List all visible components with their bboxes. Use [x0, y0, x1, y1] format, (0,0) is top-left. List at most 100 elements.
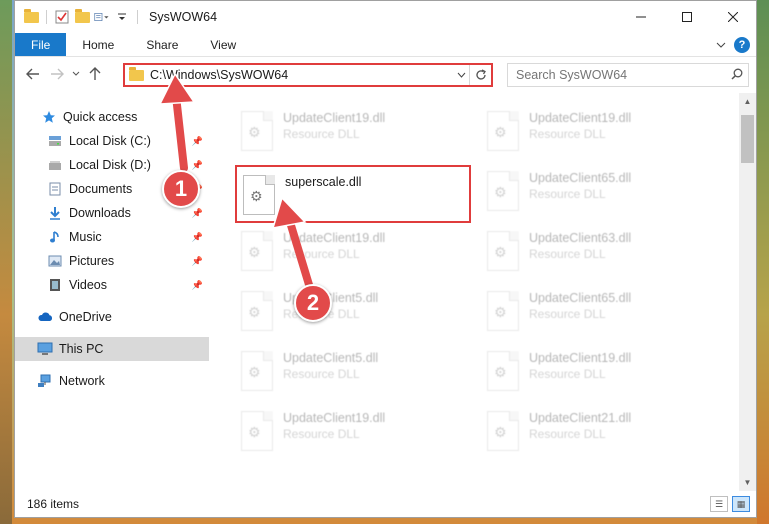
sidebar-item-local-disk-c[interactable]: Local Disk (C:) 📌 — [15, 129, 209, 153]
vertical-scrollbar[interactable]: ▲ ▼ — [739, 93, 756, 491]
chevron-down-icon[interactable] — [114, 9, 130, 25]
file-item[interactable]: ⚙ UpdateClient19.dll Resource DLL — [235, 403, 471, 461]
folder-icon — [23, 8, 39, 25]
desktop-background-right — [757, 0, 769, 524]
sidebar-item-this-pc[interactable]: This PC — [15, 337, 209, 361]
sidebar-item-onedrive[interactable]: OneDrive — [15, 305, 209, 329]
scroll-down-icon[interactable]: ▼ — [739, 474, 756, 491]
tab-home[interactable]: Home — [66, 33, 130, 56]
file-type: Resource DLL — [529, 187, 606, 201]
file-item[interactable]: ⚙ UpdateClient21.dll Resource DLL — [481, 403, 717, 461]
window-controls — [618, 1, 756, 33]
status-bar: 186 items ☰ ▦ — [15, 491, 756, 517]
file-type: Resource DLL — [283, 367, 360, 381]
window-title: SysWOW64 — [149, 10, 218, 24]
maximize-button[interactable] — [664, 1, 710, 33]
file-item[interactable]: ⚙ UpdateClient65.dll Resource DLL — [481, 283, 717, 341]
drive-icon — [47, 133, 63, 149]
file-name: UpdateClient19.dll — [283, 231, 386, 245]
file-name: UpdateClient19.dll — [529, 111, 632, 125]
pictures-icon — [47, 253, 63, 269]
address-bar[interactable]: C:\Windows\SysWOW64 — [123, 63, 493, 87]
file-item[interactable]: ⚙ UpdateClient19.dll Resource DLL — [481, 103, 717, 161]
videos-icon — [47, 277, 63, 293]
customize-toolbar-icon[interactable] — [94, 9, 110, 25]
sidebar-item-pictures[interactable]: Pictures 📌 — [15, 249, 209, 273]
dll-file-icon: ⚙ — [241, 291, 273, 331]
expand-ribbon-icon[interactable] — [716, 38, 726, 52]
step-badge-1: 1 — [162, 170, 200, 208]
sidebar-item-label: Documents — [69, 182, 133, 196]
sidebar-item-label: Local Disk (C:) — [69, 134, 151, 148]
file-name: UpdateClient65.dll — [529, 291, 632, 305]
title-bar: SysWOW64 — [15, 1, 756, 33]
new-folder-icon[interactable] — [74, 8, 90, 25]
dll-file-icon: ⚙ — [241, 231, 273, 271]
desktop-background-left — [0, 0, 12, 524]
file-item[interactable]: ⚙ UpdateClient5.dllResource DLL — [235, 343, 471, 401]
pin-icon[interactable]: 📌 — [192, 232, 203, 243]
chevron-down-icon[interactable] — [453, 70, 469, 81]
file-list: ⚙ UpdateClient19.dll Resource DLL ⚙ super… — [211, 93, 738, 491]
sidebar-item-network[interactable]: Network — [15, 369, 209, 393]
tab-file[interactable]: File — [15, 33, 67, 56]
details-view-icon[interactable]: ☰ — [710, 496, 728, 512]
file-type: Resource DLL — [529, 307, 606, 321]
sidebar-item-label: Network — [59, 374, 105, 388]
tab-view[interactable]: View — [194, 33, 252, 56]
minimize-button[interactable] — [618, 1, 664, 33]
file-item[interactable]: ⚙ UpdateClient63.dll Resource DLL — [481, 223, 717, 281]
file-item[interactable]: ⚙ UpdateClient19.dll Resource DLL — [235, 223, 471, 281]
up-button[interactable] — [83, 62, 107, 86]
file-name: UpdateClient19.dll — [529, 351, 632, 365]
tab-share[interactable]: Share — [130, 33, 194, 56]
properties-icon[interactable] — [54, 9, 70, 25]
pin-icon[interactable]: 📌 — [192, 208, 203, 219]
file-item[interactable]: ⚙ UpdateClient19.dll Resource DLL — [481, 343, 717, 401]
scroll-thumb[interactable] — [741, 115, 754, 163]
sidebar-item-quick-access[interactable]: Quick access — [15, 105, 209, 129]
search-box[interactable] — [507, 63, 749, 87]
step-badge-2: 2 — [294, 284, 332, 322]
search-input[interactable] — [516, 68, 726, 82]
explorer-window: SysWOW64 File Home Share View ? C:\Windo… — [14, 0, 757, 518]
dll-file-icon: ⚙ — [487, 171, 519, 211]
pin-icon[interactable]: 📌 — [192, 280, 203, 291]
drive-icon — [47, 157, 63, 173]
sidebar-item-music[interactable]: Music 📌 — [15, 225, 209, 249]
forward-button[interactable] — [45, 62, 69, 86]
pin-icon[interactable]: 📌 — [192, 136, 203, 147]
sidebar-item-label: Quick access — [63, 110, 138, 124]
file-type: Resource DLL — [283, 427, 360, 441]
help-icon[interactable]: ? — [734, 37, 750, 53]
scroll-up-icon[interactable]: ▲ — [739, 93, 756, 110]
dll-file-icon: ⚙ — [487, 111, 519, 151]
network-icon — [37, 373, 53, 389]
file-item[interactable]: ⚙ UpdateClient5.dllResource DLL — [235, 283, 471, 341]
main-area: Quick access Local Disk (C:) 📌 Local Dis… — [15, 93, 756, 491]
recent-locations-icon[interactable] — [69, 62, 83, 86]
pin-icon[interactable]: 📌 — [192, 256, 203, 267]
cloud-icon — [37, 309, 53, 325]
close-button[interactable] — [710, 1, 756, 33]
back-button[interactable] — [21, 62, 45, 86]
ribbon-right-controls: ? — [716, 37, 750, 53]
dll-file-icon: ⚙ — [243, 175, 275, 215]
file-item[interactable]: ⚙ UpdateClient19.dll Resource DLL — [235, 103, 471, 161]
dll-file-icon: ⚙ — [487, 411, 519, 451]
dll-file-icon: ⚙ — [241, 351, 273, 391]
tiles-view-icon[interactable]: ▦ — [732, 496, 750, 512]
sidebar-item-label: OneDrive — [59, 310, 112, 324]
file-item[interactable]: ⚙ UpdateClient65.dll Resource DLL — [481, 163, 717, 221]
sidebar-item-videos[interactable]: Videos 📌 — [15, 273, 209, 297]
file-type: Resource DLL — [529, 367, 606, 381]
quick-access-toolbar — [15, 8, 141, 25]
pin-icon[interactable]: 📌 — [192, 160, 203, 171]
sidebar-item-label: Videos — [69, 278, 107, 292]
file-item-superscale[interactable]: ⚙ superscale.dll — [235, 165, 471, 223]
refresh-icon[interactable] — [469, 65, 491, 85]
address-path[interactable]: C:\Windows\SysWOW64 — [150, 68, 453, 82]
file-name: UpdateClient21.dll — [529, 411, 632, 425]
dll-file-icon: ⚙ — [241, 111, 273, 151]
search-icon[interactable] — [726, 68, 748, 83]
